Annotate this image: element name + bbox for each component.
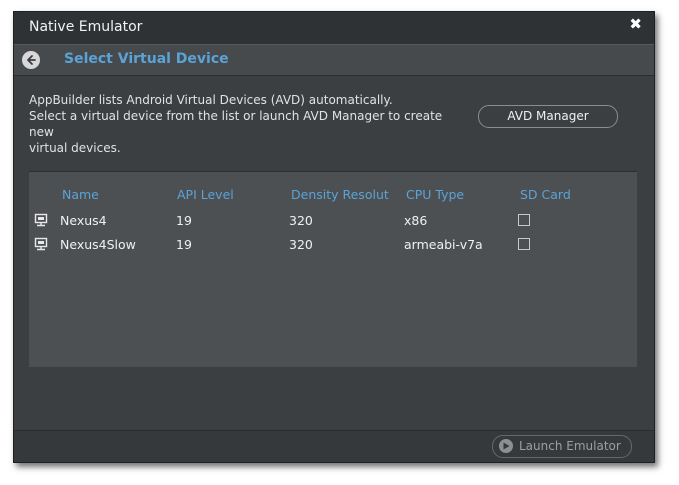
column-header-sd-card[interactable]: SD Card [520,187,571,202]
device-name: Nexus4 [60,213,107,228]
sd-card-checkbox[interactable] [518,214,530,226]
description-text: AppBuilder lists Android Virtual Devices… [29,92,459,156]
cpu-type: armeabi-v7a [404,237,483,252]
monitor-icon [34,213,48,227]
device-list: Name API Level Density Resolut CPU Type … [29,171,637,367]
title-bar: Native Emulator ✖ [14,12,654,44]
launch-emulator-button[interactable]: Launch Emulator [492,435,632,458]
close-icon[interactable]: ✖ [629,15,642,33]
monitor-icon [34,237,48,251]
description-line: Select a virtual device from the list or… [29,109,443,139]
launch-emulator-label: Launch Emulator [519,439,621,453]
back-button[interactable] [22,51,40,69]
description-line: AppBuilder lists Android Virtual Devices… [29,93,393,107]
density: 320 [289,237,313,252]
api-level: 19 [176,213,192,228]
back-arrow-icon [27,55,36,65]
page-header: Select Virtual Device [14,44,654,76]
api-level: 19 [176,237,192,252]
native-emulator-dialog: Native Emulator ✖ Select Virtual Device … [13,11,655,463]
dialog-footer: Launch Emulator [14,430,654,462]
column-header-name[interactable]: Name [62,187,99,202]
avd-manager-button[interactable]: AVD Manager [478,105,618,128]
sd-card-checkbox[interactable] [518,238,530,250]
window-title: Native Emulator [29,19,143,35]
play-icon [499,439,513,453]
column-header-density[interactable]: Density Resolut [291,187,389,202]
density: 320 [289,213,313,228]
cpu-type: x86 [404,213,428,228]
device-name: Nexus4Slow [60,237,136,252]
description-line: virtual devices. [29,141,121,155]
column-header-api-level[interactable]: API Level [177,187,234,202]
column-header-cpu-type[interactable]: CPU Type [406,187,464,202]
page-title: Select Virtual Device [64,51,229,67]
